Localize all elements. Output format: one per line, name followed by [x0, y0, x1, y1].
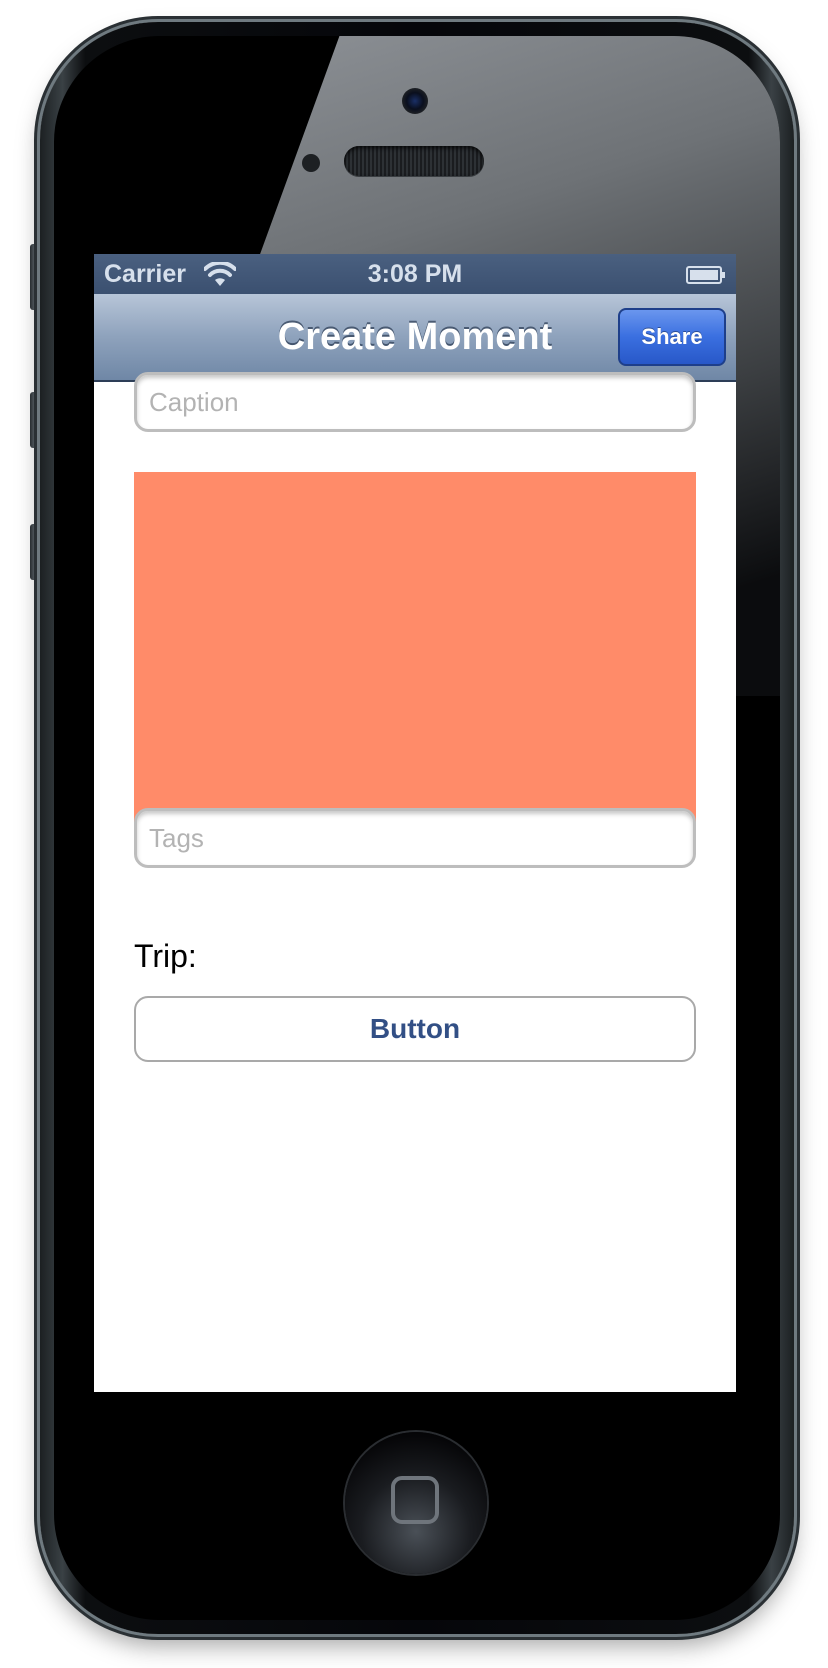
tags-input[interactable] [134, 808, 696, 868]
simulator-frame: Carrier 3:08 PM Create Moment Share Trip… [0, 0, 828, 1668]
image-placeholder [134, 472, 696, 828]
home-square-icon [391, 1476, 439, 1524]
navigation-bar: Create Moment Share [94, 294, 736, 382]
trip-button[interactable]: Button [134, 996, 696, 1062]
volume-down-button [30, 524, 39, 580]
share-button[interactable]: Share [618, 308, 726, 366]
battery-icon [686, 266, 725, 284]
status-time: 3:08 PM [367, 260, 463, 288]
volume-up-button [30, 392, 39, 448]
status-bar: Carrier 3:08 PM [94, 254, 736, 294]
trip-label: Trip: [134, 938, 197, 974]
front-camera-icon [402, 88, 428, 114]
caption-input[interactable] [134, 372, 696, 432]
proximity-sensor [302, 154, 320, 172]
earpiece-speaker [344, 146, 484, 176]
home-button[interactable] [345, 1432, 487, 1574]
app-screen: Carrier 3:08 PM Create Moment Share Trip… [94, 254, 736, 1392]
mute-switch [30, 244, 39, 310]
